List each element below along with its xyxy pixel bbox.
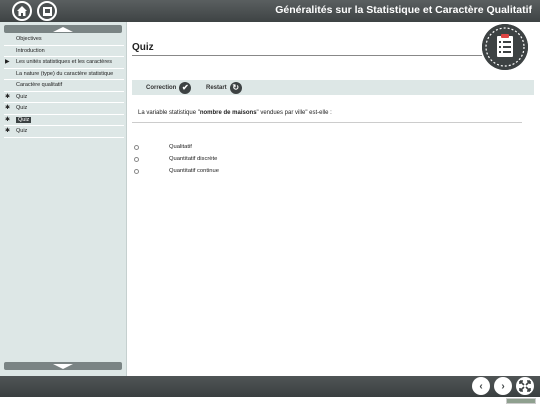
question-pre: La variable statistique " [138, 110, 200, 116]
quiz-badge [482, 24, 528, 70]
option-quantitatif-discrete[interactable]: Quantitatif discrète [134, 156, 334, 164]
chevron-left-icon: ‹ [479, 380, 483, 392]
sidebar-item-label: Objectives [16, 36, 42, 42]
question-bold: nombre de maisons [199, 110, 257, 116]
fullscreen-icon [519, 380, 531, 392]
radio-button[interactable] [134, 145, 139, 150]
fullscreen-button[interactable] [516, 377, 534, 395]
sidebar-item-label: Les unités statistiques et les caractère… [16, 59, 112, 65]
option-label: Qualitatif [169, 144, 192, 150]
radio-button[interactable] [134, 169, 139, 174]
sidebar-item-objectives[interactable]: Objectives [4, 34, 124, 46]
refresh-icon: ↻ [229, 81, 242, 94]
scroll-up-button[interactable] [4, 25, 122, 33]
question-text: La variable statistique "nombre de maiso… [138, 110, 332, 116]
home-icon [17, 6, 27, 16]
sidebar-item-quiz-2[interactable]: ✱ Quiz [4, 103, 124, 115]
checklist-icon [482, 24, 528, 70]
sidebar-item-introduction[interactable]: Introduction [4, 46, 124, 57]
quiz-icon: ✱ [5, 93, 11, 100]
sidebar-item-qualitatif[interactable]: Caractère qualitatif [4, 80, 124, 92]
restart-label: Restart [206, 84, 227, 91]
sidebar-item-quiz-3[interactable]: ✱ Quiz [4, 115, 124, 126]
document-icon [42, 6, 52, 16]
question-separator [132, 122, 522, 123]
top-bar: Généralités sur la Statistique et Caract… [0, 0, 540, 22]
restart-button[interactable]: Restart ↻ [206, 81, 242, 94]
license-logo [506, 398, 536, 404]
sidebar-item-nature[interactable]: La nature (type) du caractère statistiqu… [4, 69, 124, 80]
sidebar-item-label: Quiz [16, 116, 32, 123]
title-underline [132, 55, 482, 56]
course-title: Généralités sur la Statistique et Caract… [275, 4, 532, 16]
option-label: Quantitatif discrète [169, 156, 218, 162]
quiz-icon: ✱ [5, 116, 11, 123]
sidebar-item-label: Introduction [16, 47, 45, 54]
check-icon: ✔ [179, 81, 192, 94]
sidebar-item-unites[interactable]: ▶ Les unités statistiques et les caractèr… [4, 57, 124, 69]
question-post: " vendues par ville" est-elle : [256, 110, 332, 116]
sidebar: Objectives Introduction ▶ Les unités stat… [0, 22, 127, 376]
radio-button[interactable] [134, 157, 139, 162]
home-button[interactable] [12, 1, 32, 21]
page-title: Quiz [132, 42, 154, 53]
previous-button[interactable]: ‹ [472, 377, 490, 395]
option-qualitatif[interactable]: Qualitatif [134, 144, 334, 152]
chevron-right-icon: › [501, 380, 505, 392]
document-button[interactable] [37, 1, 57, 21]
option-quantitatif-continue[interactable]: Quantitatif continue [134, 168, 334, 176]
sidebar-item-label: Caractère qualitatif [16, 82, 63, 88]
sidebar-item-label: Quiz [16, 105, 28, 111]
bottom-bar: ‹ › [0, 376, 540, 397]
option-label: Quantitatif continue [169, 168, 219, 174]
quiz-toolbar: Correction ✔ Restart ↻ [132, 80, 534, 95]
sidebar-item-label: Quiz [16, 93, 28, 100]
footer [0, 397, 540, 405]
quiz-icon: ✱ [5, 105, 11, 111]
triangle-right-icon: ▶ [5, 59, 10, 65]
sidebar-item-quiz-4[interactable]: ✱ Quiz [4, 126, 124, 138]
next-button[interactable]: › [494, 377, 512, 395]
main-content: Quiz Correction ✔ Restart ↻ La variable … [128, 22, 540, 376]
correction-label: Correction [146, 84, 177, 91]
sidebar-item-quiz-1[interactable]: ✱ Quiz [4, 92, 124, 103]
sidebar-nav: Objectives Introduction ▶ Les unités stat… [4, 34, 124, 138]
chevron-up-icon [53, 26, 73, 32]
sidebar-item-label: La nature (type) du caractère statistiqu… [16, 70, 114, 77]
quiz-icon: ✱ [5, 128, 11, 134]
correction-button[interactable]: Correction ✔ [146, 81, 192, 94]
scroll-down-button[interactable] [4, 362, 122, 370]
chevron-down-icon [53, 363, 73, 369]
sidebar-item-label: Quiz [16, 128, 28, 134]
